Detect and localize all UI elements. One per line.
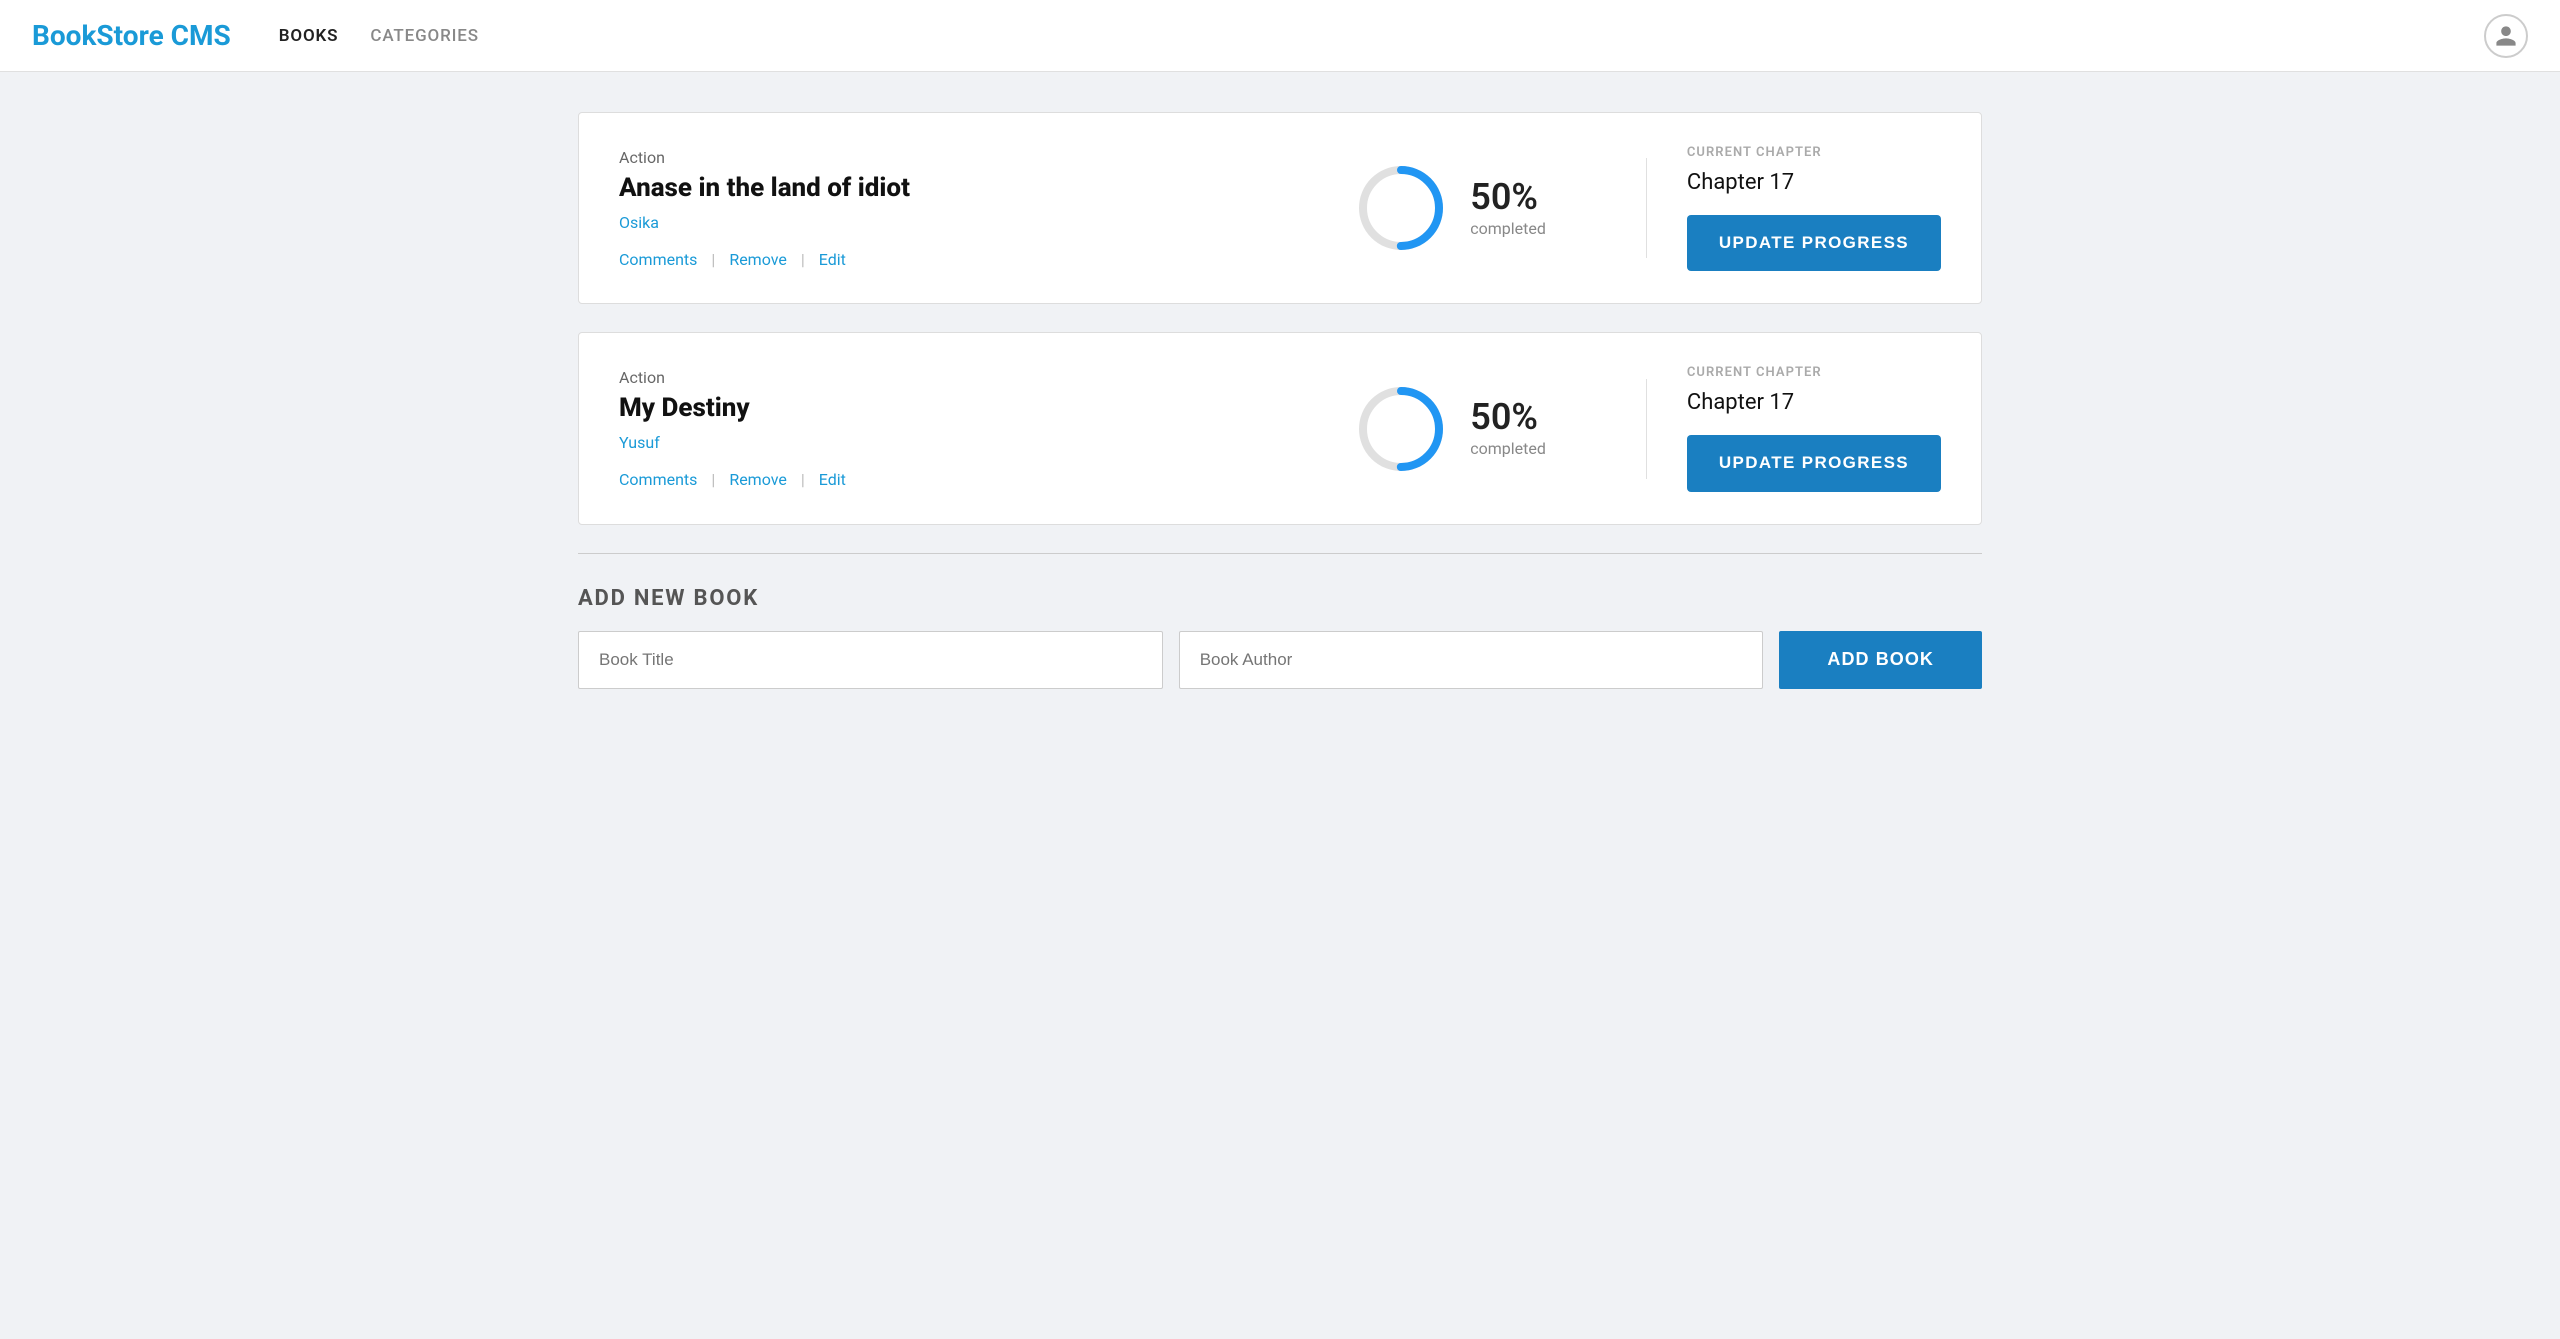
nav-books[interactable]: BOOKS [279, 26, 339, 46]
main-content: Action Anase in the land of idiot Osika … [530, 72, 2030, 729]
progress-text-2: 50% completed [1470, 399, 1546, 458]
comments-link-2[interactable]: Comments [619, 470, 697, 489]
nav-categories[interactable]: CATEGORIES [370, 26, 479, 46]
user-avatar[interactable] [2484, 14, 2528, 58]
progress-percent-1: 50% [1470, 179, 1538, 215]
section-separator [578, 553, 1982, 554]
book-card-1: Action Anase in the land of idiot Osika … [578, 112, 1982, 304]
add-new-form: ADD BOOK [578, 631, 1982, 689]
remove-link-2[interactable]: Remove [729, 470, 787, 489]
card-divider-2 [1646, 379, 1647, 479]
current-chapter-value-2: Chapter 17 [1687, 390, 1941, 415]
progress-section-2: 50% completed [1356, 384, 1546, 474]
navbar: BookStore CMS BOOKS CATEGORIES [0, 0, 2560, 72]
comments-link-1[interactable]: Comments [619, 250, 697, 269]
progress-label-2: completed [1470, 439, 1546, 458]
sep-2a: | [711, 470, 715, 489]
book-info-2: Action My Destiny Yusuf Comments | Remov… [619, 368, 1296, 489]
sep-2b: | [801, 470, 805, 489]
progress-circle-1 [1356, 163, 1446, 253]
book-card-2: Action My Destiny Yusuf Comments | Remov… [578, 332, 1982, 524]
book-info-1: Action Anase in the land of idiot Osika … [619, 148, 1296, 269]
book-author-input[interactable] [1179, 631, 1764, 689]
progress-section-1: 50% completed [1356, 163, 1546, 253]
book-actions-2: Comments | Remove | Edit [619, 470, 1296, 489]
user-icon [2494, 24, 2518, 48]
book-actions-1: Comments | Remove | Edit [619, 250, 1296, 269]
current-chapter-label-2: CURRENT CHAPTER [1687, 365, 1941, 380]
edit-link-2[interactable]: Edit [819, 470, 846, 489]
update-progress-btn-2[interactable]: UPDATE PROGRESS [1687, 435, 1941, 491]
card-divider-1 [1646, 158, 1647, 258]
book-author-1: Osika [619, 213, 1296, 232]
sep-1a: | [711, 250, 715, 269]
brand-logo[interactable]: BookStore CMS [32, 19, 231, 52]
update-progress-btn-1[interactable]: UPDATE PROGRESS [1687, 215, 1941, 271]
edit-link-1[interactable]: Edit [819, 250, 846, 269]
progress-label-1: completed [1470, 219, 1546, 238]
book-title-2: My Destiny [619, 393, 1296, 423]
progress-circle-2 [1356, 384, 1446, 474]
current-chapter-label-1: CURRENT CHAPTER [1687, 145, 1941, 160]
book-genre-2: Action [619, 368, 1296, 387]
book-title-1: Anase in the land of idiot [619, 173, 1296, 203]
progress-text-1: 50% completed [1470, 179, 1546, 238]
book-author-2: Yusuf [619, 433, 1296, 452]
remove-link-1[interactable]: Remove [729, 250, 787, 269]
add-new-section: ADD NEW BOOK ADD BOOK [578, 586, 1982, 689]
chapter-section-2: CURRENT CHAPTER Chapter 17 UPDATE PROGRE… [1687, 365, 1941, 491]
add-book-button[interactable]: ADD BOOK [1779, 631, 1982, 689]
nav-links: BOOKS CATEGORIES [279, 26, 2484, 46]
chapter-section-1: CURRENT CHAPTER Chapter 17 UPDATE PROGRE… [1687, 145, 1941, 271]
book-genre-1: Action [619, 148, 1296, 167]
sep-1b: | [801, 250, 805, 269]
book-title-input[interactable] [578, 631, 1163, 689]
current-chapter-value-1: Chapter 17 [1687, 170, 1941, 195]
progress-percent-2: 50% [1470, 399, 1538, 435]
add-new-title: ADD NEW BOOK [578, 586, 1982, 611]
